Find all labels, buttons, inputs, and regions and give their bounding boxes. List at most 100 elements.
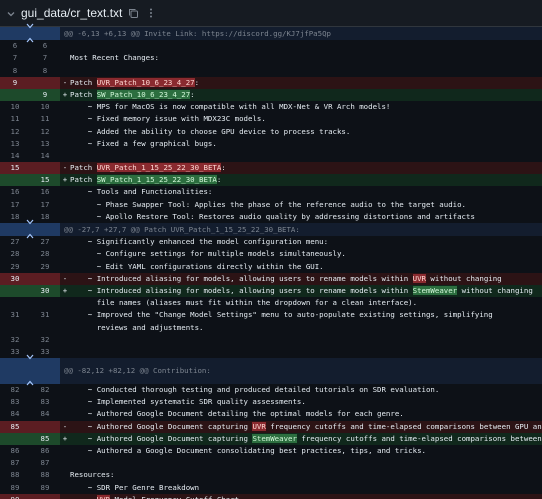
new-line-number[interactable]: 33 [30,346,60,358]
new-line-number[interactable]: 31 [30,309,60,321]
line-text: frequency cutoffs and time-elapsed compa… [270,421,542,431]
line-text: reviews and adjustments. [70,322,204,332]
new-line-number[interactable]: 30 [30,284,60,298]
old-line-number[interactable]: 88 [0,469,30,481]
old-line-number[interactable]: 87 [0,457,30,469]
old-line-number[interactable]: 9 [0,76,30,89]
old-line-number[interactable]: 85 [0,420,30,433]
new-line-number[interactable]: 11 [30,113,60,125]
new-line-number[interactable]: 86 [30,445,60,457]
new-line-number[interactable]: 83 [30,396,60,408]
old-line-number[interactable]: 90 [0,493,30,499]
old-line-number[interactable]: 28 [0,248,30,260]
old-line-number[interactable]: 32 [0,334,30,346]
old-line-number[interactable]: 14 [0,150,30,162]
new-line-number[interactable]: 28 [30,248,60,260]
expand-down-icon[interactable] [26,216,34,229]
old-line-number[interactable]: 29 [0,261,30,273]
old-line-number[interactable]: 16 [0,186,30,198]
expand-down-icon[interactable] [26,20,34,33]
old-line-number[interactable]: 7 [0,52,30,64]
added-line: 15 + Patch SW_Patch_1_15_25_22_30_BETA: [0,174,542,187]
diff-sign [60,457,70,469]
old-line-number[interactable]: 8 [0,65,30,77]
new-line-number[interactable]: 9 [30,88,60,102]
context-line: 89 89 ~ SDR Per Genre Breakdown [0,482,542,494]
new-line-number[interactable]: 7 [30,52,60,64]
old-line-number[interactable] [0,174,30,187]
old-line-number[interactable]: 11 [0,113,30,125]
diff-sign [60,309,70,321]
new-line-number[interactable]: 88 [30,469,60,481]
new-line-number[interactable]: 15 [30,174,60,187]
diff-sign: - [62,421,68,431]
kebab-menu-icon[interactable] [145,7,157,19]
expand-down-icon[interactable] [26,345,34,371]
new-line-number[interactable]: 27 [30,236,60,248]
old-line-number[interactable]: 10 [0,101,30,113]
old-line-number[interactable] [0,432,30,445]
old-line-number[interactable] [0,322,30,334]
diff-sign [60,261,70,273]
new-line-number[interactable]: 13 [30,138,60,150]
line-text: ~ SDR Per Genre Breakdown [70,482,200,492]
old-line-number[interactable]: 15 [0,162,30,175]
new-line-number[interactable]: 89 [30,482,60,494]
new-line-number[interactable]: 12 [30,126,60,138]
line-text: ~ [70,495,97,499]
new-line-number[interactable]: 14 [30,150,60,162]
line-content: ~ Apollo Restore Tool: Restores audio qu… [70,211,542,223]
old-line-number[interactable]: 13 [0,138,30,150]
new-line-number[interactable] [30,493,60,499]
expand-lines-button[interactable] [0,354,60,386]
new-line-number[interactable]: 82 [30,384,60,396]
new-line-number[interactable]: 18 [30,211,60,223]
new-line-number[interactable]: 16 [30,186,60,198]
old-line-number[interactable] [0,297,30,309]
file-name[interactable]: gui_data/cr_text.txt [21,6,122,20]
changed-word: UVR [252,421,266,431]
old-line-number[interactable]: 83 [0,396,30,408]
new-line-number[interactable]: 29 [30,261,60,273]
new-line-number[interactable] [30,297,60,309]
old-line-number[interactable] [0,88,30,102]
new-line-number[interactable]: 8 [30,65,60,77]
old-line-number[interactable] [0,284,30,298]
line-text: Patch [70,163,97,173]
old-line-number[interactable]: 86 [0,445,30,457]
new-line-number[interactable] [30,76,60,89]
old-line-number[interactable]: 17 [0,199,30,211]
old-line-number[interactable]: 12 [0,126,30,138]
new-line-number[interactable]: 10 [30,101,60,113]
old-line-number[interactable]: 30 [0,272,30,285]
old-line-number[interactable]: 31 [0,309,30,321]
new-line-number[interactable] [30,272,60,285]
new-line-number[interactable]: 85 [30,432,60,445]
new-line-number[interactable]: 32 [30,334,60,346]
chevron-down-icon[interactable] [6,8,16,18]
old-line-number[interactable]: 89 [0,482,30,494]
line-text: ~ Significantly enhanced the model confi… [70,237,329,247]
line-text: ~ Authored Google Document capturing [70,433,253,443]
new-line-number[interactable]: 87 [30,457,60,469]
new-line-number[interactable] [30,420,60,433]
line-text: ~ Authored Google Document capturing [70,421,253,431]
old-line-number[interactable]: 27 [0,236,30,248]
context-line: 32 32 [0,334,542,346]
line-content: ~ Authored Google Document capturing UVR… [70,421,542,433]
copy-icon[interactable] [128,8,139,19]
old-line-number[interactable]: 82 [0,384,30,396]
new-line-number[interactable]: 17 [30,199,60,211]
expand-lines-button[interactable] [0,24,60,42]
old-line-number[interactable]: 6 [0,40,30,52]
new-line-number[interactable]: 6 [30,40,60,52]
new-line-number[interactable] [30,162,60,175]
diff-sign [60,52,70,64]
line-content: ~ SDR Per Genre Breakdown [70,482,542,494]
new-line-number[interactable] [30,322,60,334]
context-line: 77 Most Recent Changes: [0,52,542,64]
old-line-number[interactable]: 84 [0,408,30,420]
new-line-number[interactable]: 84 [30,408,60,420]
expand-lines-button[interactable] [0,220,60,238]
context-line: 83 83 ~ Implemented systematic SDR qualit… [0,396,542,408]
